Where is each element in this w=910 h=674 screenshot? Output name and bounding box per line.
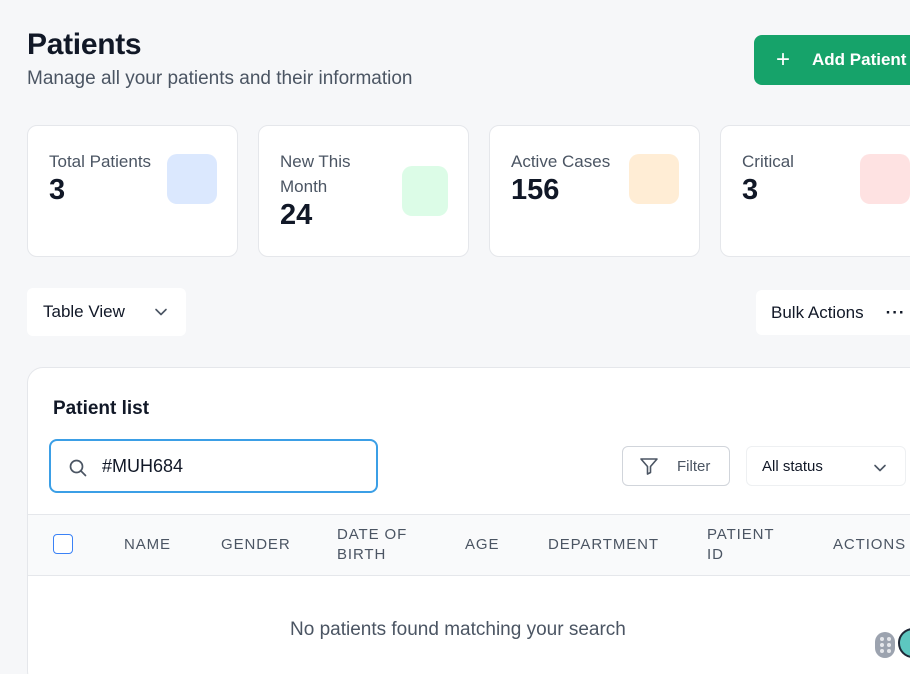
stat-label: Active Cases	[511, 152, 611, 171]
column-header-actions: ACTIONS	[833, 536, 906, 553]
active-cases-stat-icon	[629, 154, 679, 204]
stat-card-critical: Critical 3	[720, 125, 910, 257]
stat-label: Critical	[742, 152, 794, 171]
stat-card-total-patients: Total Patients 3	[27, 125, 238, 257]
view-mode-select[interactable]: Table View	[27, 288, 186, 336]
add-patient-button[interactable]: + Add Patient	[754, 35, 910, 85]
add-patient-label: Add Patient	[812, 50, 907, 69]
stat-card-new-this-month: New This Month 24	[258, 125, 469, 257]
bulk-actions-button[interactable]: Bulk Actions ···	[756, 290, 910, 335]
more-horizontal-icon: ···	[885, 302, 906, 322]
patients-stat-icon	[167, 154, 217, 204]
select-all-checkbox[interactable]	[53, 534, 73, 554]
stat-card-active-cases: Active Cases 156	[489, 125, 700, 257]
stat-value: 3	[49, 174, 66, 206]
status-select[interactable]: All status	[746, 446, 906, 486]
search-icon	[69, 459, 87, 477]
stat-value: 156	[511, 174, 560, 206]
chevron-down-icon	[155, 308, 167, 316]
new-patients-stat-icon	[402, 166, 448, 216]
column-header-gender[interactable]: GENDER	[221, 535, 291, 555]
empty-state-message: No patients found matching your search	[290, 619, 626, 640]
critical-stat-icon	[860, 154, 910, 204]
filter-icon	[640, 458, 658, 475]
column-header-date-of-birth[interactable]: DATE OF BIRTH	[337, 525, 417, 565]
panel-title: Patient list	[53, 398, 150, 419]
filter-button[interactable]: Filter	[622, 446, 730, 486]
search-field[interactable]	[49, 439, 378, 493]
stat-value: 3	[742, 174, 759, 206]
column-header-patient-id[interactable]: PATIENT ID	[707, 525, 787, 565]
stat-value: 24	[280, 199, 313, 231]
bulk-actions-label: Bulk Actions	[771, 302, 864, 322]
page-subtitle: Manage all your patients and their infor…	[27, 68, 413, 89]
search-input[interactable]	[102, 455, 332, 477]
filter-label: Filter	[677, 457, 711, 475]
table-header: NAME GENDER DATE OF BIRTH AGE DEPARTMENT…	[28, 514, 910, 576]
patient-list-panel: Patient list Filter All status NAME GEND…	[27, 367, 910, 674]
column-header-name[interactable]: NAME	[124, 535, 171, 555]
drag-handle-icon[interactable]	[875, 632, 895, 658]
status-select-value: All status	[762, 457, 823, 475]
stat-label: New This Month	[280, 152, 351, 196]
stat-label: Total Patients	[49, 152, 152, 171]
column-header-department[interactable]: DEPARTMENT	[548, 535, 659, 555]
page-title: Patients	[27, 28, 142, 61]
chevron-down-icon	[874, 464, 886, 472]
plus-icon: +	[776, 46, 791, 73]
view-mode-value: Table View	[43, 302, 125, 321]
column-header-age[interactable]: AGE	[465, 535, 499, 555]
